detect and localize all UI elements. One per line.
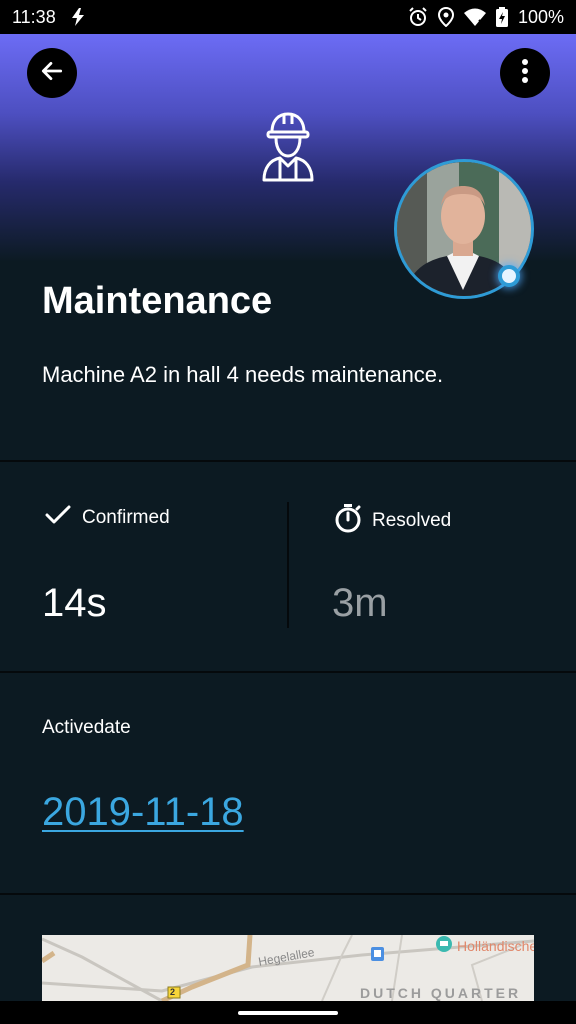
active-date-link[interactable]: 2019-11-18 [42, 790, 244, 835]
divider [0, 460, 576, 462]
more-vert-icon [521, 58, 529, 89]
online-status-indicator [498, 265, 520, 287]
active-date-label: Activedate [42, 717, 131, 738]
resolved-value: 3m [332, 581, 388, 625]
divider [0, 893, 576, 895]
status-bar: 11:38 100% [0, 0, 576, 34]
wifi-icon [463, 8, 486, 26]
battery-level: 100% [517, 6, 564, 27]
back-button[interactable] [27, 48, 77, 98]
location-map[interactable]: Hegelallee Holländische DUTCH QUARTER 2 [42, 935, 534, 1001]
assignee-avatar[interactable] [394, 159, 534, 299]
home-gesture-handle[interactable] [238, 1011, 338, 1015]
map-poi-label: Holländische [457, 938, 534, 954]
more-options-button[interactable] [500, 48, 550, 98]
resolved-label-text: Resolved [372, 510, 452, 531]
system-navigation-bar [0, 1001, 576, 1024]
checkmark-icon [44, 503, 72, 533]
status-time: 11:38 [12, 6, 56, 27]
stopwatch-icon [334, 503, 362, 539]
ticket-title: Maintenance [42, 280, 273, 322]
flash-icon [70, 8, 86, 26]
confirmed-label-text: Confirmed [82, 507, 170, 528]
construction-worker-icon [258, 110, 318, 187]
resolved-label: Resolved [334, 503, 451, 539]
alarm-icon [408, 7, 428, 27]
divider [0, 671, 576, 673]
arrow-left-icon [39, 58, 65, 89]
location-icon [437, 7, 454, 27]
vertical-divider [287, 502, 289, 628]
ticket-description: Machine A2 in hall 4 needs maintenance. [42, 362, 444, 387]
confirmed-value: 14s [42, 581, 107, 625]
confirmed-label: Confirmed [44, 503, 170, 533]
map-road-badge: 2 [170, 987, 176, 997]
battery-icon [495, 7, 508, 27]
map-district-label: DUTCH QUARTER [360, 985, 522, 1001]
